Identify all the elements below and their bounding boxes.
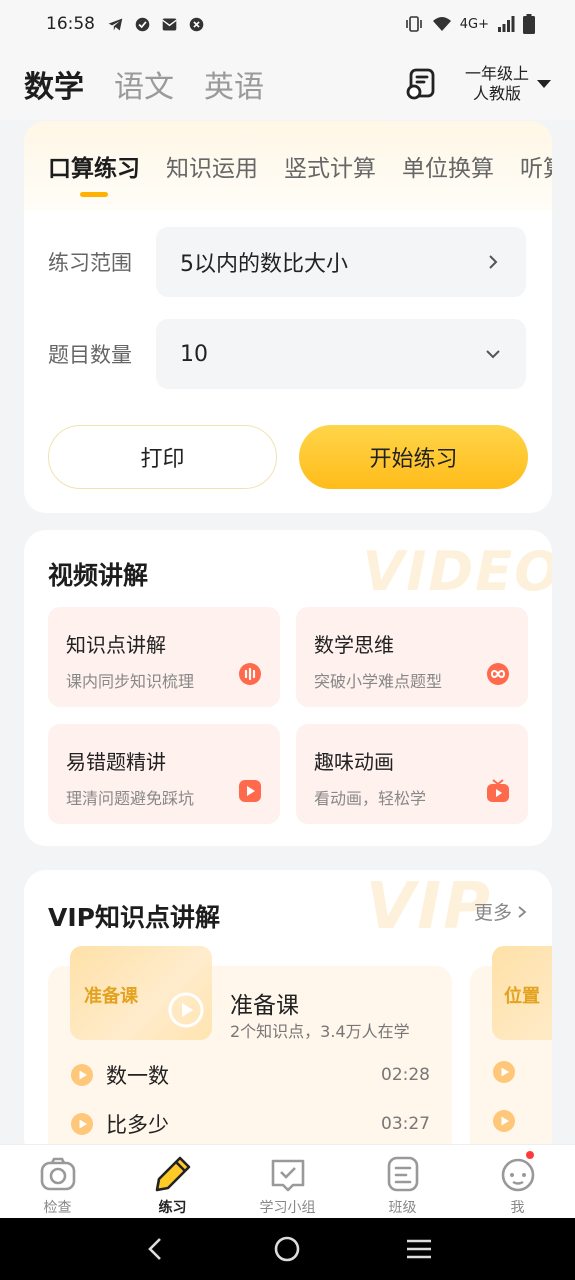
tab-vertical-calculation[interactable]: 竖式计算 bbox=[284, 149, 376, 183]
tv-icon bbox=[487, 779, 509, 802]
play-circle-icon bbox=[71, 1064, 93, 1086]
print-button[interactable]: 打印 bbox=[48, 425, 277, 489]
bottom-nav: 检查 练习 学习小组 班级 我 bbox=[0, 1144, 575, 1218]
course-meta: 2个知识点，3.4万人在学 bbox=[230, 1022, 410, 1041]
wifi-icon bbox=[432, 17, 451, 31]
play-circle-icon bbox=[493, 1110, 515, 1132]
lesson-item[interactable]: 比多少 03:27 bbox=[70, 1109, 430, 1139]
vip-knowledge-card: VIP VIP知识点讲解 更多 准备课 准备课 2个知识点，3.4万人在学 数一… bbox=[24, 870, 552, 1160]
grade-level: 一年级上 bbox=[464, 64, 529, 83]
nav-check[interactable]: 检查 bbox=[0, 1145, 115, 1218]
mail-icon bbox=[162, 18, 177, 30]
back-icon[interactable] bbox=[141, 1234, 171, 1264]
tile-knowledge-points[interactable]: 知识点讲解 课内同步知识梳理 bbox=[48, 607, 280, 707]
course-card-position[interactable]: 位置 bbox=[470, 946, 552, 1160]
signal-icon bbox=[498, 16, 515, 32]
subject-tab-english[interactable]: 英语 bbox=[204, 62, 264, 106]
count-label: 题目数量 bbox=[48, 343, 132, 367]
nav-class[interactable]: 班级 bbox=[345, 1145, 460, 1218]
range-label: 练习范围 bbox=[48, 251, 132, 275]
grade-selector[interactable]: 一年级上 人教版 bbox=[465, 64, 529, 104]
video-section-title: 视频讲解 bbox=[48, 561, 149, 590]
count-select[interactable]: 10 bbox=[156, 319, 526, 389]
tile-math-thinking[interactable]: 数学思维 突破小学难点题型 bbox=[296, 607, 528, 707]
lesson-item[interactable]: 数一数 02:28 bbox=[70, 1060, 430, 1090]
chevron-down-icon bbox=[486, 350, 500, 359]
course-title: 准备课 bbox=[230, 993, 299, 1019]
notification-dot bbox=[524, 1149, 536, 1161]
menu-icon[interactable] bbox=[404, 1234, 434, 1264]
audio-bars-icon bbox=[239, 663, 261, 685]
subject-header: 数学 语文 英语 一年级上 人教版 bbox=[0, 48, 575, 120]
nav-study-group[interactable]: 学习小组 bbox=[230, 1145, 345, 1218]
tab-unit-conversion[interactable]: 单位换算 bbox=[402, 149, 494, 183]
more-link[interactable]: 更多 bbox=[474, 898, 528, 925]
network-type: 4G+ bbox=[459, 16, 489, 32]
video-watermark: VIDEO bbox=[362, 540, 552, 603]
count-row: 题目数量 10 bbox=[24, 319, 552, 389]
group-check-icon bbox=[271, 1159, 304, 1192]
play-square-icon bbox=[239, 780, 261, 802]
tab-listening-calc[interactable]: 听算 bbox=[520, 149, 552, 183]
range-row: 练习范围 5以内的数比大小 bbox=[24, 227, 552, 297]
telegram-icon bbox=[108, 18, 123, 30]
start-practice-button[interactable]: 开始练习 bbox=[299, 425, 528, 489]
battery-icon bbox=[523, 14, 535, 34]
course-thumbnail: 位置 bbox=[492, 946, 552, 1040]
pencil-icon bbox=[155, 1156, 190, 1192]
chevron-right-icon bbox=[489, 255, 498, 269]
camera-icon bbox=[40, 1157, 75, 1191]
status-time: 16:58 bbox=[46, 14, 95, 34]
chevron-down-icon[interactable] bbox=[537, 80, 551, 88]
mistake-book-icon[interactable] bbox=[405, 67, 439, 101]
video-explanation-card: VIDEO 视频讲解 知识点讲解 课内同步知识梳理 数学思维 突破小学难点题型 … bbox=[24, 530, 552, 846]
range-select[interactable]: 5以内的数比大小 bbox=[156, 227, 526, 297]
nav-me[interactable]: 我 bbox=[460, 1145, 575, 1218]
tab-knowledge-application[interactable]: 知识运用 bbox=[166, 149, 258, 183]
count-value: 10 bbox=[180, 341, 208, 367]
play-circle-icon bbox=[71, 1113, 93, 1135]
course-thumbnail: 准备课 bbox=[70, 946, 212, 1040]
nav-practice[interactable]: 练习 bbox=[115, 1145, 230, 1218]
check-circle-icon bbox=[135, 17, 150, 31]
play-circle-icon bbox=[493, 1061, 515, 1083]
subject-tab-chinese[interactable]: 语文 bbox=[114, 62, 174, 106]
class-icon bbox=[387, 1156, 418, 1192]
tab-mental-arithmetic[interactable]: 口算练习 bbox=[48, 149, 140, 197]
tile-error-prone[interactable]: 易错题精讲 理清问题避免踩坑 bbox=[48, 724, 280, 824]
status-bar: 16:58 4G+ bbox=[0, 0, 575, 48]
system-nav-bar bbox=[0, 1218, 575, 1280]
chevron-right-icon bbox=[518, 905, 527, 918]
subject-tab-math[interactable]: 数学 bbox=[24, 62, 84, 106]
course-card-preparation[interactable]: 准备课 准备课 2个知识点，3.4万人在学 数一数 02:28 比多少 03:2… bbox=[48, 946, 452, 1160]
textbook-edition: 人教版 bbox=[472, 84, 521, 103]
vibrate-icon bbox=[405, 16, 422, 32]
vip-section-title: VIP知识点讲解 bbox=[48, 903, 220, 932]
tile-fun-animation[interactable]: 趣味动画 看动画，轻松学 bbox=[296, 724, 528, 824]
infinity-icon bbox=[487, 663, 509, 685]
range-value: 5以内的数比大小 bbox=[180, 252, 348, 277]
practice-tabs: 口算练习 知识运用 竖式计算 单位换算 听算 bbox=[24, 121, 552, 211]
play-icon bbox=[168, 992, 204, 1028]
home-icon[interactable] bbox=[272, 1234, 302, 1264]
blocked-icon bbox=[189, 17, 204, 31]
practice-card: 口算练习 知识运用 竖式计算 单位换算 听算 练习范围 5以内的数比大小 题目数… bbox=[24, 121, 552, 513]
